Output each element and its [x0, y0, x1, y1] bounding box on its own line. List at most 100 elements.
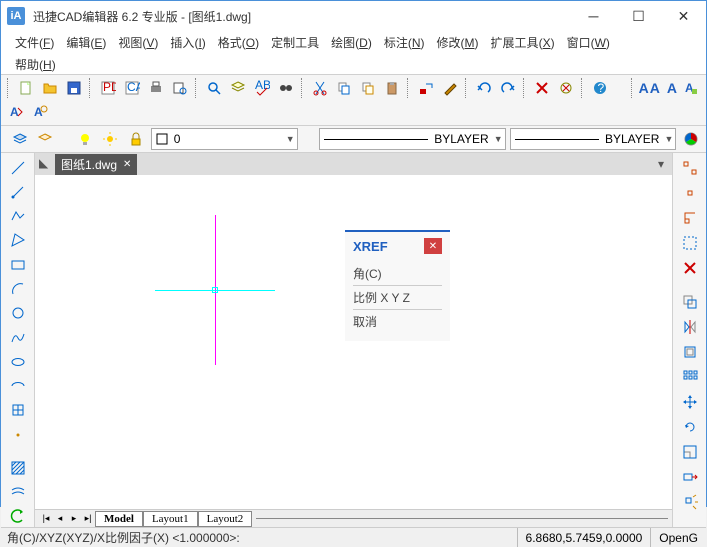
polyline-tool[interactable] [6, 206, 30, 227]
minimize-button[interactable]: ─ [571, 1, 616, 31]
audit-button[interactable] [555, 77, 577, 99]
textstyle-button-3[interactable]: A [29, 101, 51, 123]
xref-popup: XREF ✕ 角(C) 比例 X Y Z 取消 [345, 230, 450, 341]
tab-dropdown-icon[interactable]: ▾ [650, 157, 672, 171]
circle-tool[interactable] [6, 303, 30, 324]
snap-perpendicular[interactable] [678, 207, 702, 229]
match-props-button[interactable] [415, 77, 437, 99]
popup-close-button[interactable]: ✕ [424, 238, 442, 254]
open-button[interactable] [39, 77, 61, 99]
menu-window[interactable]: 窗口(W) [561, 31, 616, 54]
textstyle-button-1[interactable]: A [680, 77, 702, 99]
save-button[interactable] [63, 77, 85, 99]
stretch-tool[interactable] [678, 466, 702, 488]
popup-option-cancel[interactable]: 取消 [353, 310, 442, 333]
mline-tool[interactable] [6, 481, 30, 502]
layout2-tab[interactable]: Layout2 [198, 511, 253, 527]
layer-state-button[interactable] [35, 128, 57, 150]
menu-bar: 文件(F) 编辑(E) 视图(V) 插入(I) 格式(O) 定制工具 绘图(D)… [1, 31, 706, 53]
menu-help[interactable]: 帮助(H) [9, 53, 62, 76]
rectangle-tool[interactable] [6, 254, 30, 275]
line-tool[interactable] [6, 157, 30, 178]
document-tab[interactable]: 图纸1.dwg ✕ [55, 154, 137, 175]
menu-draw[interactable]: 绘图(D) [325, 31, 378, 54]
lineweight-combo[interactable]: BYLAYER ▼ [510, 128, 677, 150]
drawing-canvas[interactable]: XREF ✕ 角(C) 比例 X Y Z 取消 [35, 175, 672, 509]
erase-tool[interactable] [678, 257, 702, 279]
lock-icon[interactable] [125, 128, 147, 150]
menu-file[interactable]: 文件(F) [9, 31, 60, 54]
copy-ref-button[interactable] [357, 77, 379, 99]
copy-tool[interactable] [678, 291, 702, 313]
layer-manager-button[interactable] [9, 128, 31, 150]
offset-tool[interactable] [678, 341, 702, 363]
menu-format[interactable]: 格式(O) [212, 31, 265, 54]
tab-close-icon[interactable]: ✕ [123, 159, 131, 170]
layout1-tab[interactable]: Layout1 [143, 511, 198, 527]
tab-next-button[interactable]: ▸ [67, 512, 81, 526]
ellipse-arc-tool[interactable] [6, 376, 30, 397]
menu-edit[interactable]: 编辑(E) [60, 31, 112, 54]
text-style-a2[interactable]: A [667, 80, 678, 96]
snap-select[interactable] [678, 232, 702, 254]
close-button[interactable]: ✕ [661, 1, 706, 31]
move-tool[interactable] [678, 391, 702, 413]
snap-midpoint[interactable] [678, 182, 702, 204]
textstyle-button-2[interactable]: A [5, 101, 27, 123]
scale-tool[interactable] [678, 441, 702, 463]
spellcheck-button[interactable]: ABC [251, 77, 273, 99]
help-button[interactable]: ? [589, 77, 611, 99]
menu-modify[interactable]: 修改(M) [431, 31, 485, 54]
print-button[interactable] [145, 77, 167, 99]
linetype-combo[interactable]: BYLAYER ▼ [319, 128, 505, 150]
rotate-tool[interactable] [678, 416, 702, 438]
maximize-button[interactable]: ☐ [616, 1, 661, 31]
copy-button[interactable] [333, 77, 355, 99]
model-tab[interactable]: Model [95, 511, 143, 527]
text-style-a1[interactable]: AA [639, 80, 661, 96]
explode-tool[interactable] [678, 491, 702, 513]
menu-dimension[interactable]: 标注(N) [378, 31, 431, 54]
menu-view[interactable]: 视图(V) [112, 31, 164, 54]
layers-button[interactable] [227, 77, 249, 99]
revert-tool[interactable] [6, 506, 30, 527]
block-tool[interactable] [6, 400, 30, 421]
cad-button[interactable]: CAD [121, 77, 143, 99]
paste-button[interactable] [381, 77, 403, 99]
undo-button[interactable] [473, 77, 495, 99]
new-button[interactable] [15, 77, 37, 99]
sun-icon[interactable] [100, 128, 122, 150]
color-picker-button[interactable] [680, 128, 702, 150]
delete-button[interactable] [531, 77, 553, 99]
arc-tool[interactable] [6, 278, 30, 299]
popup-option-scale[interactable]: 比例 X Y Z [353, 286, 442, 310]
mirror-tool[interactable] [678, 316, 702, 338]
layer-combo[interactable]: 0 ▼ [151, 128, 298, 150]
ray-tool[interactable] [6, 181, 30, 202]
menu-express[interactable]: 扩展工具(X) [485, 31, 561, 54]
redo-button[interactable] [497, 77, 519, 99]
array-tool[interactable] [678, 366, 702, 388]
bulb-on-icon[interactable] [74, 128, 96, 150]
tab-last-button[interactable]: ▸| [81, 512, 95, 526]
tab-prev-button[interactable]: ◂ [53, 512, 67, 526]
menu-custom-tools[interactable]: 定制工具 [265, 31, 325, 54]
menu-insert[interactable]: 插入(I) [164, 31, 211, 54]
snap-endpoint[interactable] [678, 157, 702, 179]
brush-button[interactable] [439, 77, 461, 99]
popup-option-angle[interactable]: 角(C) [353, 262, 442, 286]
print-preview-button[interactable] [169, 77, 191, 99]
command-prompt[interactable]: 角(C)/XYZ(XYZ)/X比例因子(X) <1.000000>: [1, 529, 517, 546]
cut-button[interactable] [309, 77, 331, 99]
pdf-button[interactable]: PDF [97, 77, 119, 99]
hatch-tool[interactable] [6, 457, 30, 478]
main-toolbar: PDF CAD ABC ? AA A A A A [1, 75, 706, 126]
binoculars-button[interactable] [275, 77, 297, 99]
tab-first-button[interactable]: |◂ [39, 512, 53, 526]
polygon-tool[interactable] [6, 230, 30, 251]
point-tool[interactable] [6, 424, 30, 445]
find-button[interactable] [203, 77, 225, 99]
pin-icon[interactable]: ◣ [39, 156, 48, 170]
ellipse-tool[interactable] [6, 351, 30, 372]
spline-tool[interactable] [6, 327, 30, 348]
